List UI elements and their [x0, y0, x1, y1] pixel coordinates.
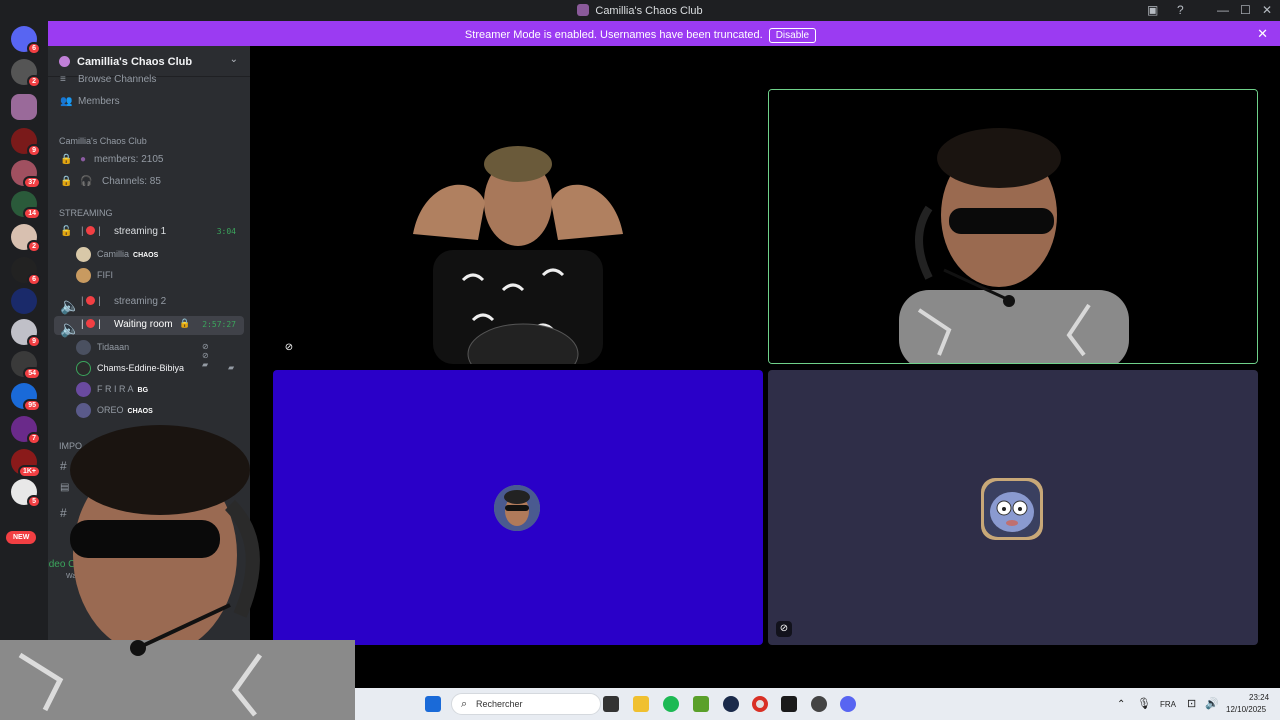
search-icon: ⌕: [461, 698, 468, 710]
window-title: Camillia's Chaos Club: [0, 4, 1280, 17]
avatar-image: [494, 485, 540, 531]
avatar-image: [984, 481, 1040, 537]
lock-icon: 🔒: [179, 318, 191, 328]
server-icon[interactable]: 2: [11, 224, 41, 253]
server-icon[interactable]: 37: [11, 160, 41, 189]
camera-off-icon: ⊘: [281, 340, 297, 356]
video-tile-user-1[interactable]: ⊘: [273, 90, 763, 364]
taskbar-search[interactable]: ⌕ Rechercher: [451, 693, 601, 715]
inbox-icon[interactable]: ▣: [1147, 3, 1158, 17]
streamer-mode-banner: Streamer Mode is enabled. Usernames have…: [48, 21, 1280, 46]
unlock-icon: 🔓: [60, 226, 73, 237]
window-titlebar: Camillia's Chaos Club ▣ ? — ☐ ✕: [0, 0, 1280, 21]
file-explorer-icon[interactable]: [633, 696, 649, 712]
server-icon: [577, 4, 590, 16]
minimize-button[interactable]: —: [1217, 3, 1229, 17]
banner-close-icon[interactable]: ✕: [1257, 26, 1268, 42]
webcam-overlay: [0, 415, 355, 720]
video-tile-user-4[interactable]: ⊘: [768, 370, 1258, 645]
headphones-icon: 🎧: [80, 176, 93, 187]
avatar: [76, 247, 91, 262]
chevron-down-icon[interactable]: ⌄: [230, 54, 238, 65]
clock-date[interactable]: 12/10/2025: [1226, 705, 1266, 714]
mute-icon: ⊘ ⊘ ▰: [202, 342, 209, 369]
server-icon[interactable]: 9: [11, 128, 41, 157]
live-icon: [86, 319, 96, 328]
camera-off-icon: ⊘: [776, 621, 792, 637]
lock-icon: 🔒: [60, 154, 73, 165]
members-icon: 👥: [60, 96, 73, 107]
help-icon[interactable]: ?: [1177, 3, 1184, 17]
spotify-icon[interactable]: [663, 696, 679, 712]
server-icon[interactable]: 14: [11, 191, 41, 220]
utorrent-icon[interactable]: [693, 696, 709, 712]
windows-start-icon[interactable]: [425, 696, 441, 712]
avatar: [76, 340, 91, 355]
video-tile-user-2-speaking[interactable]: [768, 89, 1258, 364]
members-icon: ●: [80, 154, 87, 165]
network-icon[interactable]: ⊡: [1187, 697, 1196, 710]
volume-icon[interactable]: 🔊: [1205, 697, 1219, 710]
camera-icon: ▰: [228, 363, 235, 372]
webcam-feed: [769, 90, 1257, 363]
server-icon[interactable]: 6: [11, 257, 41, 286]
server-name: Camillia's Chaos Club: [77, 56, 193, 68]
server-icon[interactable]: 54: [11, 351, 41, 380]
server-icon[interactable]: 2: [11, 59, 41, 88]
microphone-icon[interactable]: 🎙: [1137, 697, 1151, 710]
avatar: [76, 382, 91, 397]
steam-icon[interactable]: [723, 696, 739, 712]
avatar: [76, 361, 91, 376]
server-header[interactable]: Camillia's Chaos Club ⌄: [48, 46, 250, 77]
speaker-icon: 🔈: [60, 321, 80, 338]
close-button[interactable]: ✕: [1262, 3, 1272, 17]
avatar: [494, 485, 540, 531]
voice-channel-waiting-room[interactable]: 🔈 | | Waiting room 🔒 2:57:27: [54, 316, 244, 338]
live-icon: [86, 226, 96, 235]
webcam-feed: [273, 90, 763, 364]
obs-icon[interactable]: [811, 696, 827, 712]
discord-home-icon[interactable]: 6: [11, 26, 41, 55]
language-indicator[interactable]: FRA: [1160, 700, 1176, 709]
lock-icon: 🔒: [60, 176, 73, 187]
chrome-icon[interactable]: [752, 696, 768, 712]
voice-channel-streaming-1[interactable]: 🔓 | | streaming 1 3:04: [54, 223, 244, 242]
discord-icon[interactable]: [840, 696, 856, 712]
server-icon: [59, 56, 70, 67]
chevron-up-icon[interactable]: ⌃: [1117, 699, 1125, 710]
voice-channel-streaming-2[interactable]: 🔈 | | streaming 2: [54, 293, 244, 315]
maximize-button[interactable]: ☐: [1240, 3, 1251, 17]
taskbar: ⌕ Rechercher ⌃ 🎙 FRA ⊡ 🔊 23:24 12/10/202…: [355, 688, 1280, 720]
task-view-icon[interactable]: [603, 696, 619, 712]
avatar: [76, 268, 91, 283]
server-icon-active[interactable]: [11, 94, 37, 120]
terminal-icon[interactable]: [781, 696, 797, 712]
avatar: [981, 478, 1043, 540]
server-icon[interactable]: 9: [11, 319, 41, 348]
video-stage: ⊘ ⊘: [250, 46, 1280, 688]
server-icon[interactable]: [11, 288, 37, 314]
list-icon: ≡: [60, 74, 66, 85]
speaker-icon: 🔈: [60, 298, 80, 315]
banner-message: Streamer Mode is enabled. Usernames have…: [464, 29, 763, 41]
clock-time[interactable]: 23:24: [1249, 693, 1269, 702]
server-icon[interactable]: 95: [11, 383, 41, 412]
webcam-feed: [0, 425, 355, 720]
live-icon: [86, 296, 96, 305]
disable-streamer-mode-button[interactable]: Disable: [768, 28, 817, 43]
